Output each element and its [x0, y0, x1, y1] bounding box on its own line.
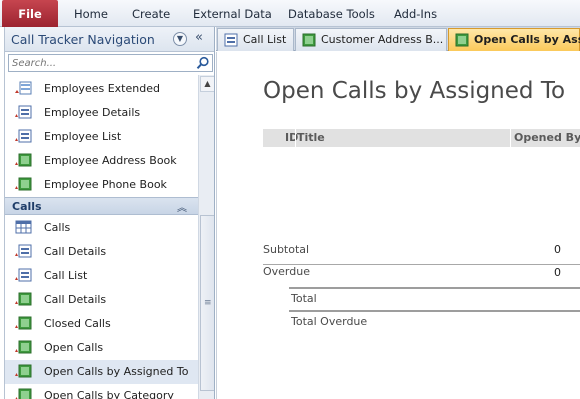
nav-item-label: Call List	[44, 269, 88, 282]
doc-tab-label: Call List	[243, 33, 287, 46]
report-view: Open Calls by Assigned To ID Title Opene…	[216, 52, 580, 399]
subtotal-label: Subtotal	[263, 243, 310, 256]
report-icon	[302, 33, 316, 47]
report-icon	[455, 33, 469, 47]
document-area: Call List Customer Address B... Open Cal…	[216, 27, 580, 399]
nav-item[interactable]: Calls	[5, 216, 198, 240]
doc-tab-call-list[interactable]: Call List	[217, 28, 294, 51]
report-icon	[15, 388, 32, 399]
nav-item-label: Employee Address Book	[44, 154, 177, 167]
nav-item-label: Open Calls by Category	[44, 389, 174, 399]
nav-title[interactable]: Call Tracker Navigation	[11, 32, 155, 47]
nav-item-label: Call Details	[44, 245, 107, 258]
tab-create[interactable]: Create	[132, 0, 170, 27]
form-icon	[15, 105, 32, 119]
column-header-title: Title	[297, 131, 325, 144]
tab-database-tools[interactable]: Database Tools	[288, 0, 375, 27]
query-icon	[15, 81, 32, 95]
nav-item-label: Call Details	[44, 293, 107, 306]
document-tabs: Call List Customer Address B... Open Cal…	[216, 27, 580, 51]
report-icon	[15, 364, 32, 378]
tab-add-ins[interactable]: Add-Ins	[394, 0, 437, 27]
divider	[289, 287, 580, 289]
divider	[263, 264, 580, 265]
column-header-band: ID Title Opened By	[263, 129, 580, 147]
chevron-up-icon[interactable]: ︽	[177, 199, 187, 214]
doc-tab-label: Customer Address B...	[321, 33, 444, 46]
scroll-up-icon[interactable]: ▲	[200, 76, 214, 92]
nav-search	[8, 54, 213, 72]
nav-item[interactable]: Open Calls by Category	[5, 384, 198, 399]
table-icon	[15, 220, 32, 234]
report-icon	[15, 177, 32, 191]
report-icon	[15, 153, 32, 167]
nav-item-label: Closed Calls	[44, 317, 111, 330]
nav-item[interactable]: Open Calls	[5, 336, 198, 360]
subtotal-value: 0	[554, 243, 561, 256]
report-icon	[15, 292, 32, 306]
nav-group-label: Calls	[12, 200, 42, 213]
nav-item-selected[interactable]: Open Calls by Assigned To	[5, 360, 198, 384]
nav-item-label: Employee Details	[44, 106, 141, 119]
nav-item[interactable]: Employee List	[5, 125, 198, 149]
search-input[interactable]	[9, 55, 189, 71]
nav-item-label: Calls	[44, 221, 71, 234]
tab-home[interactable]: Home	[74, 0, 108, 27]
nav-item[interactable]: Employee Details	[5, 101, 198, 125]
scroll-thumb[interactable]: ≡	[200, 215, 214, 391]
nav-item[interactable]: Employee Address Book	[5, 149, 198, 173]
doc-tab-label: Open Calls by Assig...	[474, 33, 580, 46]
column-separator	[510, 129, 511, 147]
nav-item[interactable]: Call Details	[5, 240, 198, 264]
divider	[289, 310, 580, 312]
grip-icon: ≡	[204, 298, 212, 308]
form-icon	[15, 268, 32, 282]
nav-item[interactable]: Call List	[5, 264, 198, 288]
overdue-value: 0	[554, 266, 561, 279]
doc-tab-open-calls-by-assigned-to[interactable]: Open Calls by Assig...	[448, 28, 580, 51]
overdue-label: Overdue	[263, 265, 310, 278]
column-separator	[295, 129, 296, 147]
nav-item-label: Open Calls	[44, 341, 104, 354]
nav-header: Call Tracker Navigation ▼ «	[5, 27, 214, 52]
nav-item[interactable]: Call Details	[5, 288, 198, 312]
tab-external-data[interactable]: External Data	[193, 0, 272, 27]
nav-item[interactable]: Employees Extended	[5, 77, 198, 101]
report-icon	[15, 316, 32, 330]
nav-list: Employees Extended Employee Details Empl…	[5, 75, 198, 399]
nav-item[interactable]: Closed Calls	[5, 312, 198, 336]
nav-item-label: Open Calls by Assigned To	[44, 365, 189, 378]
collapse-pane-icon[interactable]: «	[195, 30, 203, 45]
nav-item-label: Employee List	[44, 130, 122, 143]
search-icon[interactable]	[196, 56, 210, 70]
tab-file[interactable]: File	[2, 0, 58, 27]
total-overdue-label: Total Overdue	[291, 315, 368, 328]
form-icon	[224, 33, 238, 47]
nav-scrollbar[interactable]: ▲ ≡	[198, 75, 214, 399]
ribbon: File Home Create External Data Database …	[0, 0, 580, 27]
form-icon	[15, 244, 32, 258]
form-icon	[15, 129, 32, 143]
report-title: Open Calls by Assigned To	[263, 78, 566, 104]
nav-group-calls[interactable]: Calls ︽	[5, 197, 198, 215]
nav-item-label: Employees Extended	[44, 82, 160, 95]
column-header-opened-by: Opened By	[514, 131, 580, 144]
total-label: Total	[291, 292, 317, 305]
doc-tab-customer-address-book[interactable]: Customer Address B...	[295, 28, 447, 51]
report-icon	[15, 340, 32, 354]
nav-item[interactable]: Employee Phone Book	[5, 173, 198, 197]
nav-item-label: Employee Phone Book	[44, 178, 167, 191]
navigation-pane: Call Tracker Navigation ▼ « Employees Ex…	[4, 27, 215, 399]
chevron-down-icon[interactable]: ▼	[173, 32, 187, 46]
